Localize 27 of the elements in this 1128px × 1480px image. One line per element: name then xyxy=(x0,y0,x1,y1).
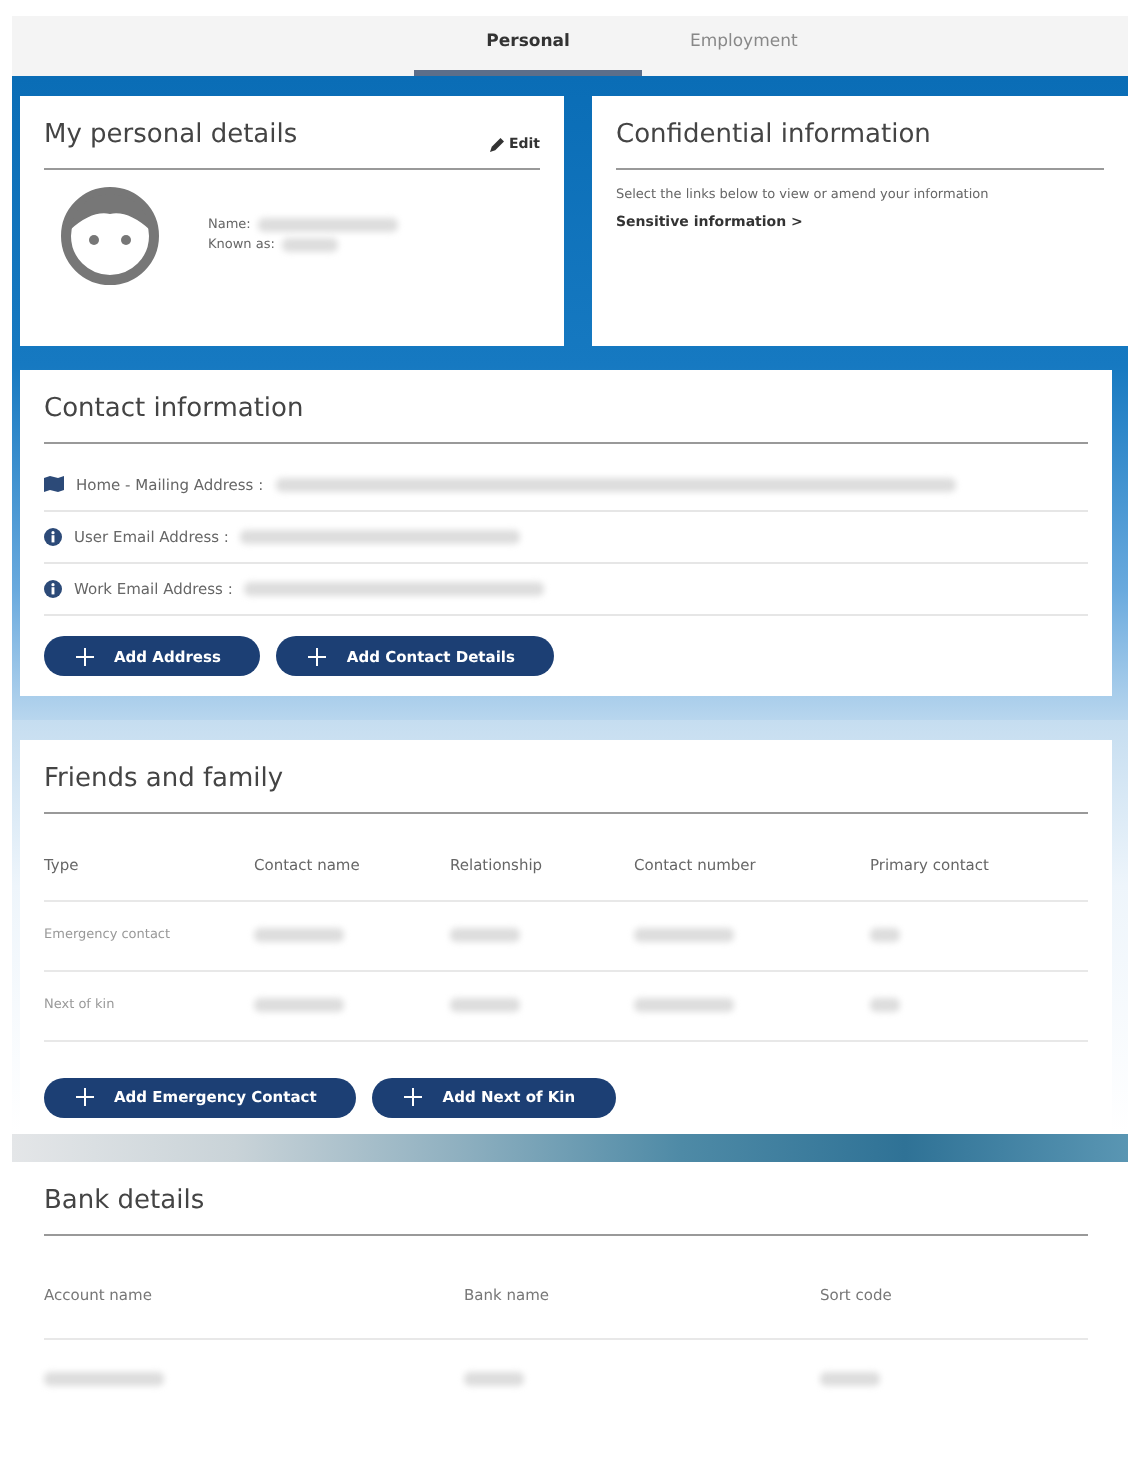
section-title: Confidential information xyxy=(616,116,1104,169)
section-title: Contact information xyxy=(44,390,1088,443)
plus-icon xyxy=(308,647,327,666)
redacted-value xyxy=(450,928,520,943)
info-icon xyxy=(44,580,62,599)
section-title: My personal details xyxy=(44,118,298,154)
map-icon xyxy=(44,476,64,493)
plus-icon xyxy=(404,1088,423,1106)
redacted-value xyxy=(282,237,339,252)
redacted-value xyxy=(464,1372,524,1386)
plus-icon xyxy=(76,647,94,666)
redacted-value xyxy=(258,218,399,233)
redacted-value xyxy=(254,928,344,943)
redacted-value xyxy=(44,1372,164,1386)
section-title: Bank details xyxy=(44,1182,1088,1236)
redacted-value xyxy=(634,998,734,1013)
pencil-icon xyxy=(490,137,505,152)
redacted-value xyxy=(634,928,734,943)
section-title: Friends and family xyxy=(44,760,1088,814)
plus-icon xyxy=(76,1088,94,1106)
redacted-value xyxy=(820,1372,880,1386)
info-icon xyxy=(44,527,62,546)
redacted-value xyxy=(870,998,900,1013)
redacted-value xyxy=(450,998,520,1013)
avatar-icon xyxy=(56,185,164,285)
redacted-value xyxy=(254,998,344,1013)
redacted-value xyxy=(870,928,900,943)
